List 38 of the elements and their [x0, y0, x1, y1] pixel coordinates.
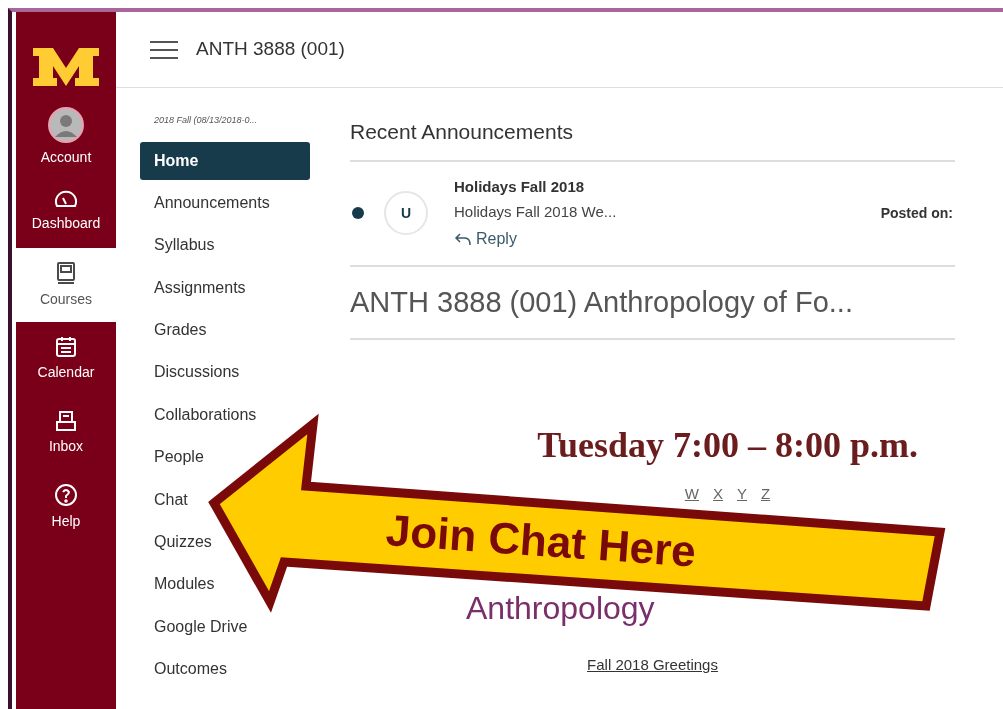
term-label: 2018 Fall (08/13/2018-0... — [153, 114, 259, 127]
letter-link[interactable]: Z — [761, 486, 771, 502]
course-nav-link[interactable]: Syllabus — [140, 226, 219, 265]
course-nav-link[interactable]: People — [140, 438, 208, 477]
letter-link[interactable]: W — [684, 486, 699, 502]
announcement-excerpt: Holidays Fall 2018 We... — [454, 202, 618, 222]
nav-item[interactable]: Dashboard — [16, 174, 116, 248]
reply-link[interactable]: Reply — [454, 226, 881, 251]
course-title[interactable]: ANTH 3888 (001) — [196, 35, 345, 64]
avatar: U — [384, 191, 428, 235]
menu-icon[interactable] — [150, 39, 178, 60]
letter-link[interactable]: Y — [737, 486, 747, 502]
nav-item[interactable]: Help — [16, 470, 116, 544]
course-nav-link[interactable]: Discussions — [140, 353, 244, 392]
announcement-title[interactable]: Holidays Fall 2018 — [454, 175, 881, 198]
course-nav-link[interactable]: Chat — [140, 480, 192, 519]
avatar-icon — [48, 106, 84, 143]
speedometer-icon — [54, 188, 78, 209]
logo-icon — [31, 46, 101, 88]
greetings-link[interactable]: Fall 2018 Greetings — [587, 654, 718, 677]
course-nav-link[interactable]: Outcomes — [140, 650, 231, 689]
posted-label: Posted on: — [880, 203, 953, 223]
course-nav-link[interactable]: Assignments — [140, 268, 250, 307]
nav-item[interactable]: Inbox — [16, 396, 116, 470]
course-nav-link[interactable]: Home — [140, 141, 310, 180]
book-icon — [56, 260, 76, 285]
section-heading: Recent Announcements — [350, 116, 955, 162]
course-heading: ANTH 3888 (001) Anthropology of Fo... — [350, 266, 955, 340]
nav-item[interactable]: Account — [16, 100, 116, 174]
letter-link[interactable]: X — [713, 486, 723, 502]
course-nav-link[interactable]: Grades — [140, 311, 211, 350]
inbox-icon — [55, 409, 77, 432]
nav-item[interactable]: Calendar — [16, 322, 116, 396]
reply-icon — [454, 231, 472, 246]
nav-item[interactable]: Courses — [16, 248, 116, 322]
course-nav-link[interactable]: Announcements — [140, 183, 274, 222]
help-icon — [54, 482, 78, 507]
calendar-icon — [55, 335, 77, 358]
